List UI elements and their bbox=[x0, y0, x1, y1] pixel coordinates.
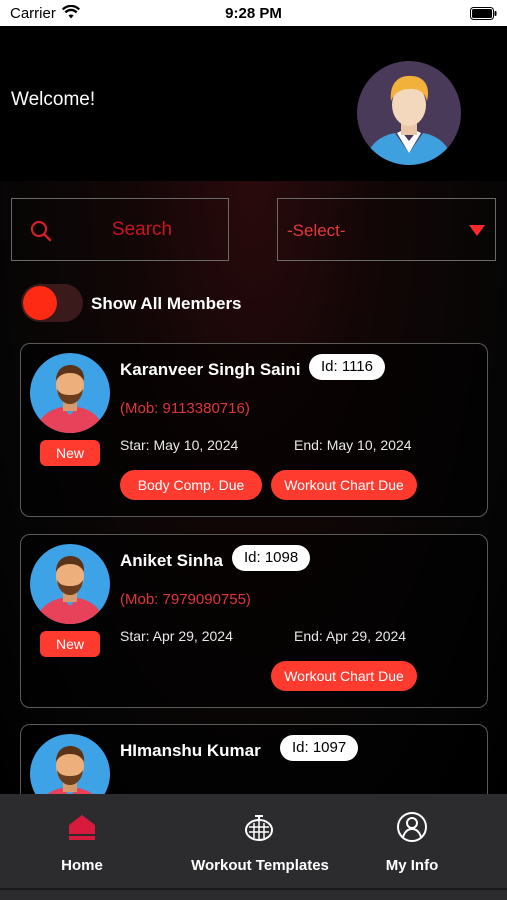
workout-chart-due-button[interactable]: Workout Chart Due bbox=[271, 661, 417, 691]
member-mobile: (Mob: 7979090755) bbox=[120, 591, 251, 608]
workout-chart-due-button[interactable]: Workout Chart Due bbox=[271, 470, 417, 500]
nav-home[interactable]: Home bbox=[42, 794, 122, 894]
member-name: Aniket Sinha bbox=[120, 551, 223, 570]
nav-workout-templates[interactable]: Workout Templates bbox=[185, 794, 335, 894]
profile-avatar-image bbox=[357, 61, 461, 165]
member-end-date: End: Apr 29, 2024 bbox=[294, 628, 407, 644]
dropdown-icon bbox=[469, 225, 485, 236]
member-avatar bbox=[30, 544, 110, 624]
profile-avatar[interactable] bbox=[357, 61, 461, 165]
show-all-members-toggle[interactable] bbox=[21, 284, 83, 322]
member-card[interactable]: New Karanveer Singh Saini Id: 1116 (Mob:… bbox=[20, 343, 488, 517]
member-end-date: End: May 10, 2024 bbox=[294, 437, 412, 453]
my-info-icon bbox=[397, 812, 427, 842]
status-bar: Carrier 9:28 PM bbox=[0, 0, 507, 26]
search-icon bbox=[30, 220, 52, 242]
member-avatar-image bbox=[30, 734, 110, 794]
member-name: Karanveer Singh Saini bbox=[120, 360, 301, 379]
member-card[interactable]: New Aniket Sinha Id: 1098 (Mob: 79790907… bbox=[20, 534, 488, 708]
nav-home-label: Home bbox=[61, 857, 103, 874]
member-avatar-image bbox=[30, 353, 110, 433]
new-badge: New bbox=[40, 440, 100, 466]
member-filter-select[interactable]: -Select- bbox=[277, 198, 496, 261]
toggle-label: Show All Members bbox=[91, 294, 242, 313]
new-badge: New bbox=[40, 631, 100, 657]
nav-my-info[interactable]: My Info bbox=[372, 794, 452, 894]
nav-my-info-label: My Info bbox=[385, 857, 439, 874]
member-start-date: Star: Apr 29, 2024 bbox=[120, 628, 233, 644]
member-avatar bbox=[30, 734, 110, 794]
nav-workout-templates-label: Workout Templates bbox=[191, 857, 329, 874]
header: Welcome! bbox=[0, 26, 507, 181]
member-mobile: (Mob: 9113380716) bbox=[120, 400, 250, 417]
member-name: HImanshu Kumar bbox=[120, 741, 261, 760]
member-id-badge: Id: 1116 bbox=[309, 354, 385, 380]
member-list-area: Search -Select- Show All Members New Kar… bbox=[0, 181, 507, 794]
body-comp-due-button[interactable]: Body Comp. Due bbox=[120, 470, 262, 500]
member-card[interactable]: HImanshu Kumar Id: 1097 bbox=[20, 724, 488, 794]
select-value: -Select- bbox=[287, 221, 346, 240]
member-id-badge: Id: 1098 bbox=[232, 545, 311, 571]
search-input[interactable]: Search bbox=[11, 198, 229, 261]
search-placeholder: Search bbox=[111, 219, 173, 240]
toggle-knob bbox=[23, 286, 57, 320]
member-id-badge: Id: 1097 bbox=[280, 735, 359, 761]
bottom-nav: Home Workout Templates My Info bbox=[0, 794, 507, 900]
member-avatar bbox=[30, 353, 110, 433]
status-time: 9:28 PM bbox=[225, 5, 282, 22]
member-avatar-image bbox=[30, 544, 110, 624]
battery-icon bbox=[470, 7, 497, 20]
welcome-text: Welcome! bbox=[11, 89, 96, 110]
home-icon bbox=[69, 815, 95, 840]
workout-templates-icon bbox=[245, 815, 273, 841]
home-indicator bbox=[0, 888, 507, 890]
member-start-date: Star: May 10, 2024 bbox=[120, 437, 239, 453]
